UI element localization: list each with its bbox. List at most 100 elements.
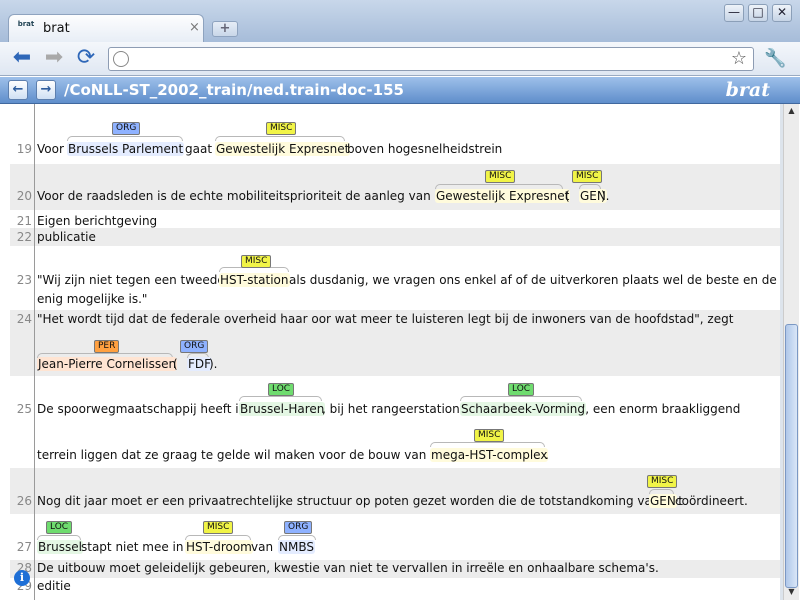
entity-span[interactable]: Gewestelijk Expresnet <box>435 189 571 203</box>
tab-close-icon[interactable]: × <box>189 20 200 35</box>
text-segment: als dusdanig, we vragen ons enkel af of … <box>289 273 777 287</box>
sentence-row: 26 Nog dit jaar moet er een privaatrechte… <box>10 468 780 514</box>
title-bar: brat brat × + — □ ✕ <box>0 0 800 42</box>
text-segment: gaat <box>185 142 213 156</box>
text-segment: "Het wordt tijd dat de federale overheid… <box>37 312 734 326</box>
entity-label[interactable]: MISC <box>647 475 678 488</box>
entity-label[interactable]: ORG <box>180 340 209 353</box>
entity-label[interactable]: PER <box>94 340 120 353</box>
entity-label[interactable]: MISC <box>572 170 603 183</box>
wrench-icon[interactable]: 🔧 <box>764 47 786 71</box>
entity-label[interactable]: ORG <box>284 521 313 534</box>
entity-span[interactable]: Brussel-Haren <box>239 402 326 416</box>
annotation-view: 19 Voor Brussels Parlement gaat Gewesteli… <box>10 104 780 600</box>
text-segment: editie <box>37 579 71 593</box>
entity-span[interactable]: Brussel <box>37 540 83 554</box>
brat-logo: brat <box>725 79 770 101</box>
maximize-button[interactable]: □ <box>748 4 768 22</box>
text-segment: Nog dit jaar moet er een privaatrechteli… <box>37 494 683 508</box>
sentence-row: 20 Voor de raadsleden is de echte mobilit… <box>10 164 780 210</box>
line-number: 24 <box>16 312 32 326</box>
entity-span[interactable]: mega-HST-complex <box>430 448 549 462</box>
text-segment: stapt niet mee in <box>81 540 184 554</box>
text-segment: enig mogelijke is." <box>37 292 148 306</box>
document-path: /CoNLL-ST_2002_train/ned.train-doc-155 <box>64 81 404 99</box>
entity-label[interactable]: MISC <box>203 521 234 534</box>
next-document-button[interactable]: → <box>36 80 56 100</box>
vertical-scrollbar[interactable]: ▲ ▼ <box>783 104 799 600</box>
text-segment: , bij het rangeerstation ' <box>322 402 467 416</box>
text-segment: De uitbouw moet geleidelijk gebeuren, kw… <box>37 561 659 575</box>
entity-span[interactable]: Brussels Parlement <box>67 142 185 156</box>
text-segment: ( <box>565 189 570 203</box>
entity-label[interactable]: MISC <box>485 170 516 183</box>
new-tab-button[interactable]: + <box>212 21 238 37</box>
text-segment: terrein liggen dat ze graag te gelde wil… <box>37 448 453 462</box>
sentence-row: 25 De spoorwegmaatschappij heeft in Bruss… <box>10 376 780 468</box>
brat-header: ← → /CoNLL-ST_2002_train/ned.train-doc-1… <box>0 77 800 104</box>
reload-icon[interactable]: ⟳ <box>74 47 98 71</box>
tab-brat[interactable]: brat brat × <box>8 14 204 42</box>
entity-label[interactable]: MISC <box>241 255 272 268</box>
entity-label[interactable]: LOC <box>508 383 535 396</box>
line-number: 21 <box>16 214 32 228</box>
text-segment: coördineert. <box>675 494 748 508</box>
entity-span[interactable]: Jean-Pierre Cornelissen <box>37 357 178 371</box>
forward-arrow-icon[interactable]: ➡ <box>42 47 66 71</box>
back-arrow-icon[interactable]: ⬅ <box>10 47 34 71</box>
text-segment: ( <box>173 357 178 371</box>
sentence-row: 29 editie <box>10 578 780 600</box>
text-segment: "Wij zijn niet tegen een tweede <box>37 273 225 287</box>
text-segment: ). <box>601 189 610 203</box>
entity-span[interactable]: Schaarbeek-Vorming <box>460 402 587 416</box>
text-segment: Eigen berichtgeving <box>37 214 158 228</box>
text-segment: publicatie <box>37 230 96 244</box>
entity-label[interactable]: MISC <box>266 122 297 135</box>
entity-span[interactable]: HST-droom <box>185 540 253 554</box>
scrollbar-thumb[interactable] <box>785 324 798 588</box>
line-number: 27 <box>16 540 32 554</box>
line-number: 22 <box>16 230 32 244</box>
globe-icon <box>113 51 129 67</box>
entity-label[interactable]: MISC <box>474 429 505 442</box>
sentence-row: 21 Eigen berichtgeving <box>10 210 780 228</box>
text-segment: Voor de raadsleden is de echte mobilitei… <box>37 189 455 203</box>
text-segment: De spoorwegmaatschappij heeft in <box>37 402 247 416</box>
entity-span[interactable]: HST-station <box>219 273 290 287</box>
scroll-up-icon[interactable]: ▲ <box>785 106 798 116</box>
line-number: 23 <box>16 273 32 287</box>
prev-document-button[interactable]: ← <box>8 80 28 100</box>
bookmark-star-icon[interactable]: ☆ <box>731 48 747 70</box>
entity-span[interactable]: NMBS <box>278 540 315 554</box>
sentence-row: 23 "Wij zijn niet tegen een tweede HST-st… <box>10 246 780 310</box>
entity-span[interactable]: GEN <box>649 494 677 508</box>
span-bracket <box>239 396 322 401</box>
entity-label[interactable]: LOC <box>268 383 295 396</box>
url-bar[interactable]: ☆ <box>108 47 754 71</box>
entity-label[interactable]: ORG <box>112 122 141 135</box>
close-window-button[interactable]: ✕ <box>772 4 792 22</box>
entity-label[interactable]: LOC <box>46 521 73 534</box>
sentence-row: 22 publicatie <box>10 228 780 246</box>
span-bracket <box>460 396 582 401</box>
browser-window: brat brat × + — □ ✕ ⬅ ➡ ⟳ ☆ 🔧 ← → /CoNLL… <box>0 0 800 600</box>
text-segment: boven hogesnelheidstrein <box>347 142 503 156</box>
brat-favicon-icon: brat <box>17 20 35 28</box>
span-bracket <box>67 136 183 141</box>
sentence-row: 24 "Het wordt tijd dat de federale overhe… <box>10 310 780 376</box>
entity-span[interactable]: Gewestelijk Expresnet <box>215 142 351 156</box>
scroll-down-icon[interactable]: ▼ <box>785 587 798 597</box>
minimize-button[interactable]: — <box>724 4 744 22</box>
text-segment: ). <box>209 357 218 371</box>
gutter-divider <box>34 104 35 600</box>
line-number: 19 <box>16 142 32 156</box>
span-bracket <box>215 136 345 141</box>
info-icon[interactable]: i <box>14 570 30 586</box>
text-segment: ', een enorm braakliggend <box>582 402 741 416</box>
tab-title: brat <box>43 21 70 36</box>
sentence-row: 19 Voor Brussels Parlement gaat Gewesteli… <box>10 104 780 164</box>
text-segment: Voor <box>37 142 64 156</box>
sentence-row: 27 Brussel stapt niet mee in HST-droom va… <box>10 514 780 560</box>
span-bracket <box>430 442 545 447</box>
line-number: 26 <box>16 494 32 508</box>
